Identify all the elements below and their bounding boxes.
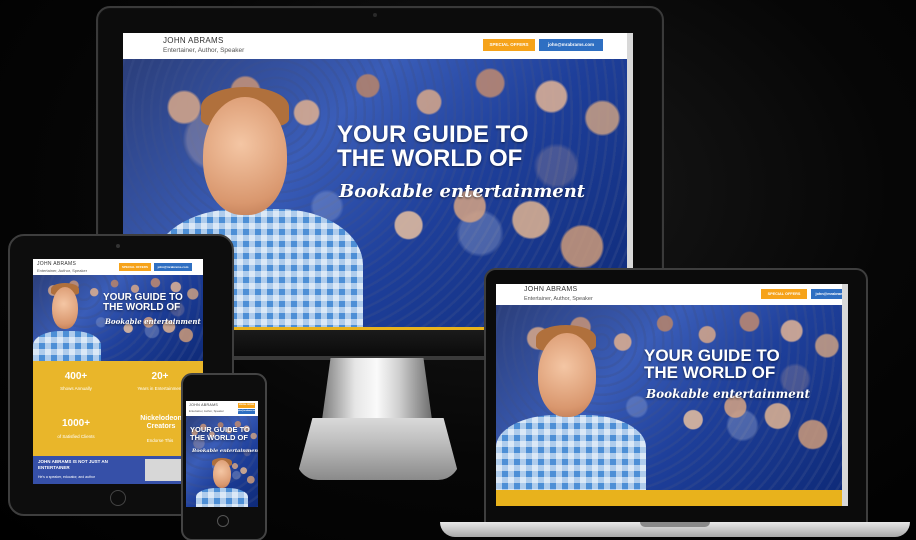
tablet-site-name[interactable]: JOHN ABRAMS xyxy=(37,261,76,267)
tablet-promo-section: JOHN ABRAMS IS NOT JUST AN ENTERTAINER H… xyxy=(33,456,203,484)
tablet-stats-section: 400+ Shows Annually 20+ Years in Enterta… xyxy=(33,361,203,456)
promo-title: JOHN ABRAMS IS NOT JUST AN ENTERTAINER xyxy=(38,459,108,470)
laptop-screen: JOHN ABRAMS Entertainer, Author, Speaker… xyxy=(496,284,848,506)
tablet-site-tagline: Entertainer, Author, Speaker xyxy=(37,268,88,273)
tablet-special-offers-button[interactable]: SPECIAL OFFERS xyxy=(119,263,151,271)
laptop-host-shirt xyxy=(496,415,646,490)
headline-line-2: THE WORLD OF xyxy=(337,145,523,173)
phone-host-face xyxy=(213,460,231,488)
hero-script-text: Bookable entertainment xyxy=(339,181,586,202)
stat-label-shows: Shows Annually xyxy=(60,386,92,391)
tablet-hero-banner: YOUR GUIDE TO THE WORLD OF Bookable ente… xyxy=(33,275,203,361)
tablet-hero-script-text: Bookable entertainment xyxy=(105,317,201,326)
monitor-stand-neck xyxy=(322,356,432,420)
phone-site-name[interactable]: JOHN ABRAMS xyxy=(189,403,218,407)
site-tagline: Entertainer, Author, Speaker xyxy=(163,47,245,54)
host-face xyxy=(203,97,287,215)
phone-email-button[interactable]: john@mrabrams.com xyxy=(238,409,255,414)
phone-host-shirt xyxy=(196,488,248,507)
laptop-hero-script-text: Bookable entertainment xyxy=(646,387,811,401)
headline-line-1: YOUR GUIDE TO xyxy=(337,121,529,148)
phone-hero-headline: YOUR GUIDE TO THE WORLD OF xyxy=(190,426,250,441)
laptop-opening-notch xyxy=(640,522,710,527)
tablet-screen: JOHN ABRAMS Entertainer, Author, Speaker… xyxy=(33,259,203,484)
phone-site-tagline: Entertainer, Author, Speaker xyxy=(189,409,224,413)
monitor-stand-base xyxy=(296,418,460,480)
phone-host-photo xyxy=(196,456,248,507)
phone-screen: JOHN ABRAMS Entertainer, Author, Speaker… xyxy=(186,401,258,507)
stat-value-clients: 1000+ xyxy=(61,418,91,429)
laptop-scrollbar[interactable] xyxy=(842,284,848,506)
laptop-headline-line-2: THE WORLD OF xyxy=(644,363,776,383)
laptop-host-face xyxy=(538,333,596,417)
email-button[interactable]: john@mrabrams.com xyxy=(539,39,603,51)
tablet-host-photo xyxy=(33,281,101,361)
laptop-hero-banner: YOUR GUIDE TO THE WORLD OF Bookable ente… xyxy=(496,305,848,490)
device-mockup-scene: JOHN ABRAMS Entertainer, Author, Speaker… xyxy=(0,0,916,540)
laptop-host-photo xyxy=(496,323,646,490)
tablet-home-button[interactable] xyxy=(110,490,126,506)
phone-special-offers-button[interactable]: SPECIAL OFFERS xyxy=(238,403,255,408)
phone-header: JOHN ABRAMS Entertainer, Author, Speaker… xyxy=(186,401,258,416)
laptop-hero-headline: YOUR GUIDE TO THE WORLD OF xyxy=(644,347,780,382)
tablet-headline-line-2: THE WORLD OF xyxy=(103,302,181,314)
promo-text: He's a speaker, educator, and author xyxy=(38,475,96,479)
phone-hero-script-text: Bookable entertainment xyxy=(192,448,258,454)
tablet-hero-headline: YOUR GUIDE TO THE WORLD OF xyxy=(103,292,183,314)
tablet-camera-icon xyxy=(116,244,120,248)
stat-label-clients: of Satisfied Clients xyxy=(57,434,95,439)
hero-headline: YOUR GUIDE TO THE WORLD OF xyxy=(337,121,529,173)
monitor-camera-icon xyxy=(373,13,377,17)
site-name[interactable]: JOHN ABRAMS xyxy=(163,36,224,45)
tablet-header: JOHN ABRAMS Entertainer, Author, Speaker… xyxy=(33,259,203,275)
stat-value-shows: 400+ xyxy=(64,371,88,382)
tablet-host-face xyxy=(52,287,78,329)
special-offers-button[interactable]: SPECIAL OFFERS xyxy=(483,39,535,51)
phone-headline-line-2: THE WORLD OF xyxy=(190,432,248,442)
laptop-special-offers-button[interactable]: SPECIAL OFFERS xyxy=(761,289,807,299)
laptop-site-tagline: Entertainer, Author, Speaker xyxy=(524,296,593,302)
tablet-host-shirt xyxy=(33,331,101,361)
phone-home-button[interactable] xyxy=(217,515,229,527)
tablet-email-button[interactable]: john@mrabrams.com xyxy=(154,263,192,271)
laptop-headline-line-1: YOUR GUIDE TO xyxy=(644,346,780,365)
laptop-header: JOHN ABRAMS Entertainer, Author, Speaker… xyxy=(496,284,848,305)
laptop-yellow-band xyxy=(496,490,848,506)
desktop-header: JOHN ABRAMS Entertainer, Author, Speaker… xyxy=(123,33,633,59)
phone-hero-banner: YOUR GUIDE TO THE WORLD OF Bookable ente… xyxy=(186,416,258,507)
laptop-site-name[interactable]: JOHN ABRAMS xyxy=(524,286,577,293)
